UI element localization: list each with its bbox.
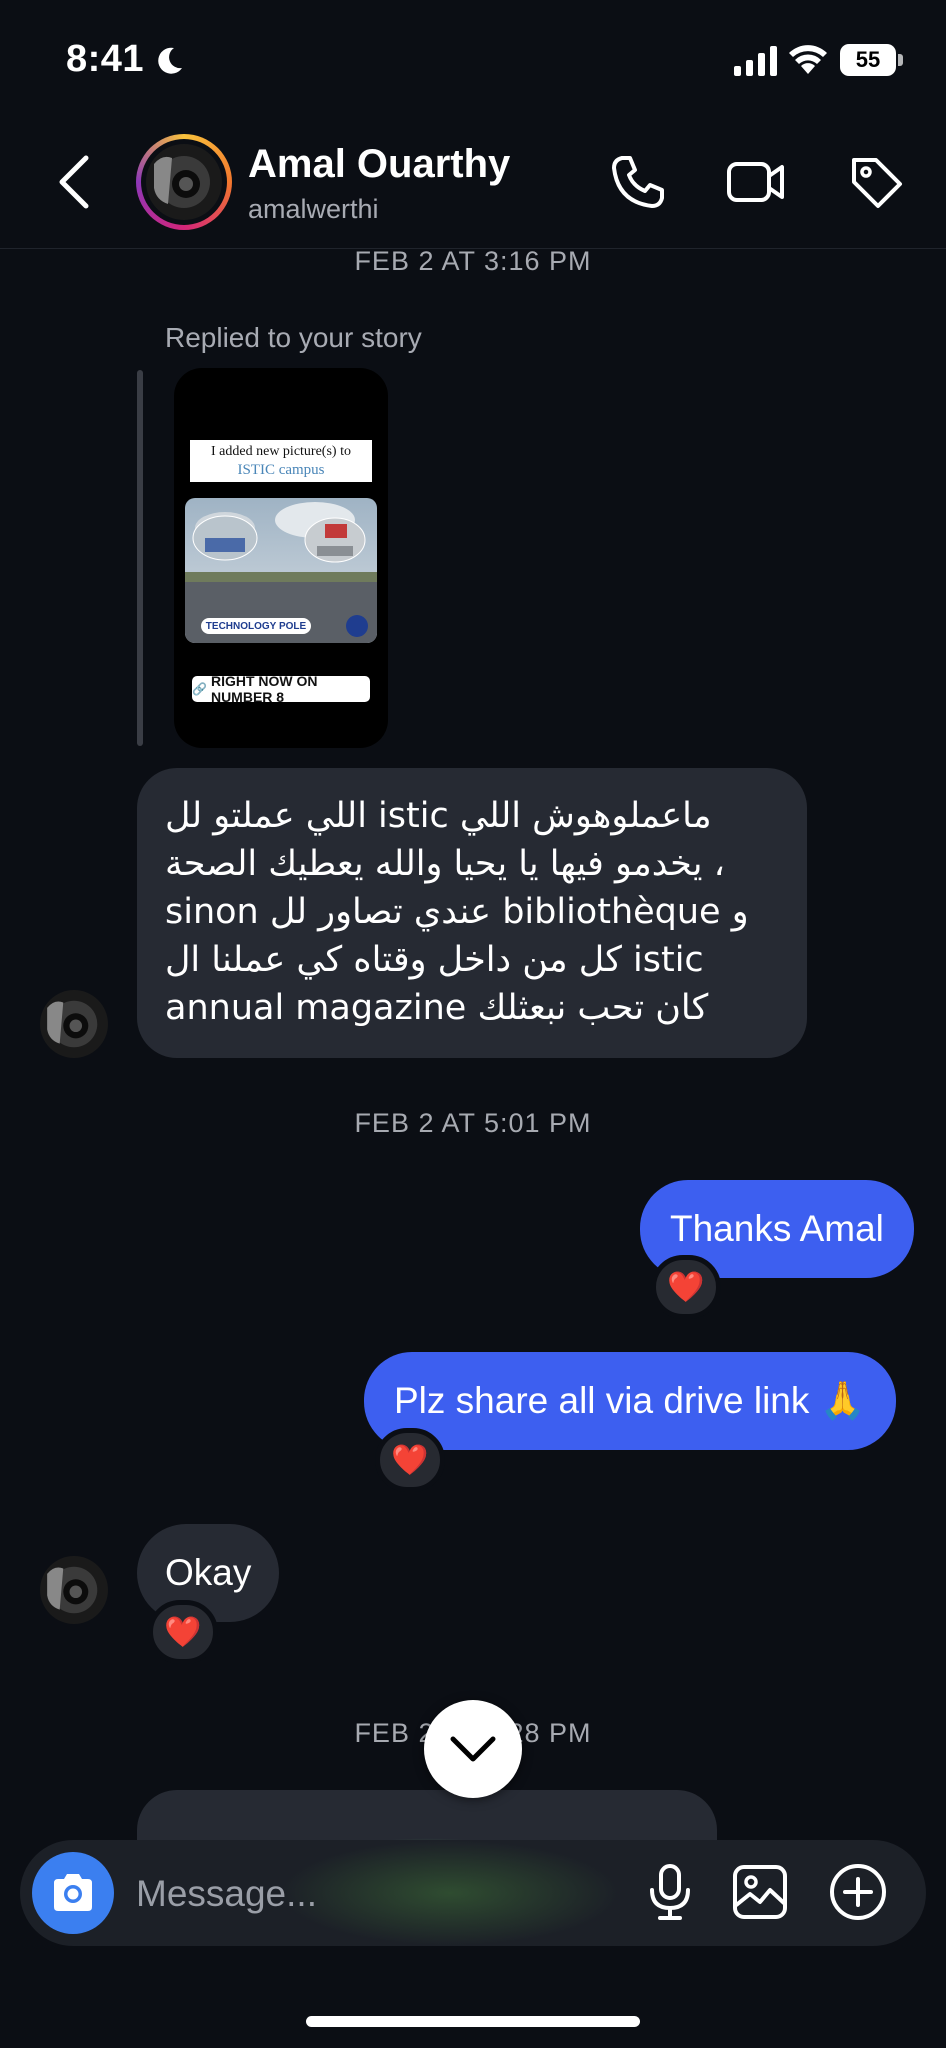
incoming-message-bubble[interactable]: اللي عملتو لل istic ماعملوهوش اللي يخدمو… xyxy=(137,768,807,1058)
message-text: Okay xyxy=(165,1552,252,1593)
video-call-icon[interactable] xyxy=(726,152,786,212)
contact-name[interactable]: Amal Ouarthy xyxy=(248,142,510,187)
sender-avatar[interactable] xyxy=(40,1556,108,1624)
status-time: 8:41 xyxy=(66,38,145,80)
plus-circle-icon[interactable] xyxy=(828,1862,888,1922)
timestamp: FEB 2 AT 5:01 PM xyxy=(354,1108,592,1138)
message-line: annual magazine كان تحب نبعثلك xyxy=(165,988,709,1028)
story-link-text: RIGHT NOW ON NUMBER 8 xyxy=(210,673,318,705)
battery-indicator: 55 xyxy=(840,44,896,76)
reply-quote-bar xyxy=(137,370,143,746)
story-title: I added new picture(s) to ISTIC campus xyxy=(190,440,372,482)
story-thumbnail[interactable]: I added new picture(s) to ISTIC campus T… xyxy=(174,368,388,748)
story-title-line1: I added new picture(s) to xyxy=(211,444,351,459)
back-arrow-icon[interactable] xyxy=(54,152,94,212)
battery-nub xyxy=(898,54,903,66)
story-link-sticker[interactable]: 🔗 RIGHT NOW ON NUMBER 8 xyxy=(192,673,370,705)
chevron-down-icon xyxy=(450,1736,496,1762)
message-line: sinon عندي تصاور لل bibliothèque و xyxy=(165,892,749,932)
heart-reaction[interactable]: ❤️ xyxy=(148,1600,218,1664)
heart-icon: ❤️ xyxy=(164,1615,202,1649)
wifi-icon xyxy=(789,45,827,74)
heart-icon: ❤️ xyxy=(667,1270,705,1304)
scroll-to-bottom-button[interactable] xyxy=(424,1700,522,1798)
message-input[interactable] xyxy=(136,1866,616,1922)
heart-icon: ❤️ xyxy=(391,1443,429,1477)
avatar[interactable] xyxy=(146,144,222,220)
message-line: يخدمو فيها يا يحيا والله يعطيك الصحة ، xyxy=(165,844,725,884)
story-photo-caption: TECHNOLOGY POLE xyxy=(205,620,307,632)
story-title-line2: ISTIC campus xyxy=(237,462,325,478)
outgoing-message-bubble[interactable]: Plz share all via drive link 🙏 xyxy=(364,1352,896,1450)
heart-reaction[interactable]: ❤️ xyxy=(651,1255,721,1319)
home-indicator xyxy=(306,2016,640,2027)
tag-icon[interactable] xyxy=(846,152,906,212)
phone-call-icon[interactable] xyxy=(608,152,668,212)
microphone-icon[interactable] xyxy=(640,1862,700,1922)
message-text: Plz share all via drive link 🙏 xyxy=(394,1380,866,1421)
sender-avatar[interactable] xyxy=(40,990,108,1058)
camera-icon xyxy=(54,1874,92,1911)
moon-icon xyxy=(158,47,182,74)
message-line: كل من داخل وقتاه كي عملنا ال istic xyxy=(165,940,704,980)
story-photo: TECHNOLOGY POLE xyxy=(185,498,377,643)
heart-reaction[interactable]: ❤️ xyxy=(375,1428,445,1492)
gallery-icon[interactable] xyxy=(730,1862,790,1922)
link-icon: 🔗 xyxy=(192,682,207,696)
replied-to-story-label: Replied to your story xyxy=(165,322,422,353)
message-line: اللي عملتو لل istic ماعملوهوش اللي xyxy=(165,796,712,836)
camera-button[interactable] xyxy=(32,1852,114,1934)
timestamp: FEB 2 AT 3:16 PM xyxy=(354,246,592,276)
cellular-signal-icon xyxy=(734,46,777,76)
message-text: Thanks Amal xyxy=(670,1208,884,1249)
contact-handle[interactable]: amalwerthi xyxy=(248,194,379,225)
